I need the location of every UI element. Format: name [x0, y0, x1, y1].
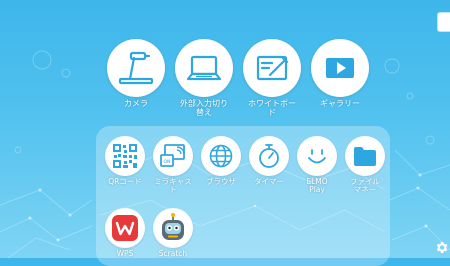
- app-launcher-panel: QRコード ON ミラキャス ト ブラウザ タイマー ELMO Play ファイ…: [96, 126, 390, 266]
- app-label: QRコード: [108, 177, 142, 186]
- app-browser[interactable]: ブラウザ: [196, 136, 246, 186]
- app-wps[interactable]: WPS: [100, 208, 150, 258]
- gear-icon: [436, 241, 447, 253]
- app-label: タイマー: [254, 177, 284, 186]
- whiteboard-pen-icon: [243, 39, 301, 97]
- main-function-row: カメラ 外部入力切り 替え ホワイトボー ド ギャラリー: [106, 39, 370, 119]
- svg-text:ON: ON: [164, 159, 171, 165]
- top-right-panel-tab[interactable]: [437, 12, 450, 32]
- app-scratch[interactable]: Scratch: [148, 208, 198, 258]
- external-input-label: 外部入力切り 替え: [180, 99, 228, 117]
- app-label: ファイル マネー: [350, 177, 380, 194]
- app-qr-code[interactable]: QRコード: [100, 136, 150, 186]
- camera-button[interactable]: カメラ: [106, 39, 166, 108]
- gallery-label: ギャラリー: [320, 99, 360, 108]
- external-input-button[interactable]: 外部入力切り 替え: [174, 39, 234, 117]
- whiteboard-label: ホワイトボー ド: [248, 99, 296, 117]
- laptop-icon: [175, 39, 233, 97]
- scratch-robot-icon: [153, 208, 193, 248]
- app-label: ミラキャス ト: [154, 177, 192, 194]
- play-icon: [311, 39, 369, 97]
- settings-button[interactable]: [432, 238, 450, 256]
- app-label: ブラウザ: [206, 177, 236, 186]
- smiley-icon: [297, 136, 337, 176]
- app-label: WPS: [116, 249, 134, 258]
- wps-office-icon: [105, 208, 145, 248]
- qr-code-icon: [105, 136, 145, 176]
- app-miracast[interactable]: ON ミラキャス ト: [148, 136, 198, 194]
- document-camera-icon: [107, 39, 165, 97]
- gallery-button[interactable]: ギャラリー: [310, 39, 370, 108]
- camera-label: カメラ: [124, 99, 148, 108]
- stopwatch-icon: [249, 136, 289, 176]
- app-file-manager[interactable]: ファイル マネー: [340, 136, 390, 194]
- app-elmo-play[interactable]: ELMO Play: [292, 136, 342, 194]
- app-label: Scratch: [158, 249, 188, 258]
- whiteboard-button[interactable]: ホワイトボー ド: [242, 39, 302, 117]
- folder-icon: [345, 136, 385, 176]
- app-timer[interactable]: タイマー: [244, 136, 294, 186]
- app-label: ELMO Play: [306, 177, 328, 194]
- cast-screen-icon: ON: [153, 136, 193, 176]
- globe-icon: [201, 136, 241, 176]
